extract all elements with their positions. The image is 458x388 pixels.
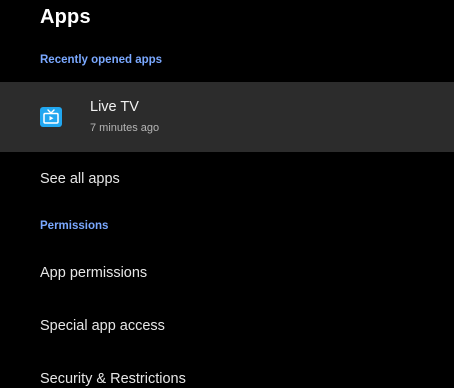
- app-name: Live TV: [90, 99, 139, 115]
- recent-app-item-live-tv[interactable]: Live TV 7 minutes ago: [0, 82, 454, 152]
- app-last-opened: 7 minutes ago: [90, 122, 160, 134]
- apps-settings-screen: Apps Recently opened apps Live TV 7 minu…: [0, 0, 458, 388]
- app-permissions-item[interactable]: App permissions: [40, 265, 147, 281]
- tv-icon: [40, 107, 62, 127]
- special-app-access-item[interactable]: Special app access: [40, 318, 165, 334]
- see-all-apps-item[interactable]: See all apps: [40, 171, 120, 187]
- section-header-permissions: Permissions: [40, 220, 109, 232]
- security-restrictions-item[interactable]: Security & Restrictions: [40, 371, 186, 387]
- window-edge: [454, 0, 458, 388]
- section-header-recent-apps: Recently opened apps: [40, 54, 163, 66]
- page-title: Apps: [40, 6, 91, 28]
